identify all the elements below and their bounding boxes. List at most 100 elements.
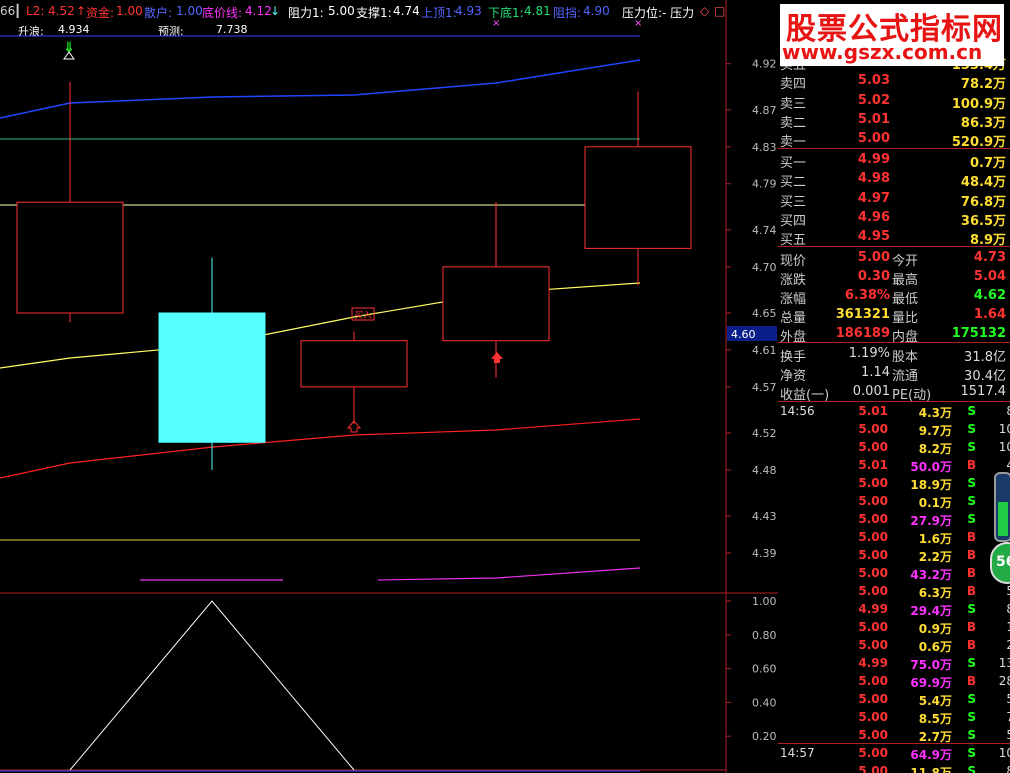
tick-row: 5.000.1万S1 [778,493,1010,511]
quote-panel: 卖五5.04133.4万卖四5.0378.2万卖三5.02100.9万卖二5.0… [778,0,1010,773]
price-axis-label: 4.61 [752,344,777,357]
ask-volume: 100.9万 [951,96,1006,112]
stat2-value: 1.19% [848,346,890,361]
tick-price: 5.00 [858,566,888,580]
price-axis-label: 4.65 [752,307,777,320]
stat-row: 涨幅 6.38% 最低 4.62 [778,286,1010,307]
stat2-value-2: 1517.4 [960,384,1007,399]
tick-volume: 1.6万 [918,532,952,546]
candle-body[interactable] [16,201,124,314]
bid-price: 4.99 [857,152,890,167]
float-ball-badge: 56 [996,554,1010,570]
tick-price: 5.01 [858,458,888,472]
watermark-banner: 股票公式指标网 www.gszx.com.cn [780,4,1004,66]
bid-row: 买四 4.96 36.5万 [778,208,1010,229]
oscillator-axis-label: 0.80 [752,629,777,642]
tick-side: S [967,692,976,706]
tick-side: B [966,458,976,472]
bid-level-label: 买三 [780,194,807,210]
bid-price: 4.96 [857,209,890,225]
tick-price: 5.00 [858,638,888,652]
tick-volume: 29.4万 [910,604,952,618]
tick-row: 14:56 5.01 4.3万 S 8 [778,403,1010,421]
scroll-widget[interactable] [994,472,1010,542]
tick-count: 5 [1006,728,1010,742]
tick-volume: 8.5万 [918,712,952,726]
tick-side: S [967,728,976,742]
tick-time-divider [778,743,1010,744]
tick-side: S [967,404,976,418]
ask-price: 5.03 [857,73,890,89]
tick-row: 5.00 9.7万 S 10 [778,421,1010,439]
tick-side: S [967,476,976,490]
tick-row: 5.01 50.0万 B 4 [778,457,1010,475]
candles-group [16,82,692,470]
tick-side: S [967,710,976,724]
tick-volume: 0.1万 [918,496,952,510]
tick-volume: 27.9万 [910,514,952,528]
tick-volume: 0.6万 [918,640,952,654]
stat-row: 外盘 186189 内盘 175132 [778,324,1010,345]
tick-price: 5.00 [858,746,888,760]
tick-row: 5.001.6万B1 [778,529,1010,547]
tick-price: 5.00 [858,530,888,544]
oscillator-axis-label: 0.60 [752,663,777,676]
candle-body[interactable] [442,266,550,342]
ticks-divider [778,401,1010,402]
stat2-row: 换手 1.19% 股本 31.8亿 [778,344,1010,365]
price-axis-label: 4.48 [752,464,777,477]
oscillator-axis-label: 0.40 [752,696,777,709]
bid-level-label: 买二 [780,175,807,191]
kline-chart[interactable]: ⇓ 买入 × × 4.92 4.87 4.83 4.79 4.74 4.70 4.65 4.6… [0,0,778,773]
ask-price: 5.00 [857,131,890,147]
stat-value-2: 5.04 [973,269,1006,284]
ask-price: 5.01 [857,111,890,127]
candle-body[interactable] [584,146,692,249]
stat-value: 186189 [835,326,890,341]
stat-value-2: 1.64 [973,307,1006,322]
ma-blue-line [0,59,641,119]
tick-count: 8 [1006,602,1010,616]
tick-count: 10 [998,746,1010,760]
ask-volume: 78.2万 [960,77,1006,93]
tick-volume: 18.9万 [910,478,952,492]
tick-price: 5.00 [858,476,888,490]
float-ball[interactable]: 56 [990,542,1010,584]
banner-url: www.gszx.com.cn [782,40,983,64]
price-axis-label: 4.70 [752,261,777,274]
magenta-line-2 [377,567,641,581]
tick-row: 5.00 69.9万 B 28 [778,673,1010,691]
tick-volume: 8.2万 [918,442,952,456]
price-axis-label: 4.39 [752,547,777,560]
stat-value: 0.30 [857,269,890,284]
book-divider [778,148,1010,149]
tick-count: 8 [1006,404,1010,418]
tick-volume: 69.9万 [910,676,952,690]
tick-price: 4.99 [858,656,888,670]
ask-level-label: 卖二 [780,115,807,131]
stats-divider [778,246,1010,247]
stat-value-2: 4.73 [973,250,1006,265]
ma-red-line [0,418,641,479]
stat-value-2: 4.62 [973,288,1006,303]
tick-row: 5.00 0.9万 B 1 [778,619,1010,637]
bid-volume: 36.5万 [960,213,1006,229]
candle-body[interactable] [300,340,408,388]
scroll-widget-fill [998,502,1008,536]
bid-row: 买五 4.95 8.9万 [778,227,1010,248]
tick-side: B [966,530,976,544]
bid-volume: 0.7万 [969,156,1006,171]
tick-volume: 50.0万 [910,460,952,474]
tick-volume: 43.2万 [910,568,952,582]
tick-time: 14:56 [780,404,815,418]
candle-body[interactable] [158,312,266,443]
ask-price: 5.02 [857,92,890,108]
price-axis: 4.92 4.87 4.83 4.79 4.74 4.70 4.65 4.61 4.57 4.52… [726,58,777,560]
tick-count: 13 [998,656,1010,670]
tick-count: 1 [1006,620,1010,634]
tick-row: 5.00 11.8万 S 8 [778,763,1010,773]
tick-row: 5.00 8.2万 S 10 [778,439,1010,457]
tick-price: 5.00 [858,728,888,742]
tick-volume: 2.2万 [918,550,952,564]
tick-row: 5.00 6.3万 B 5 [778,583,1010,601]
